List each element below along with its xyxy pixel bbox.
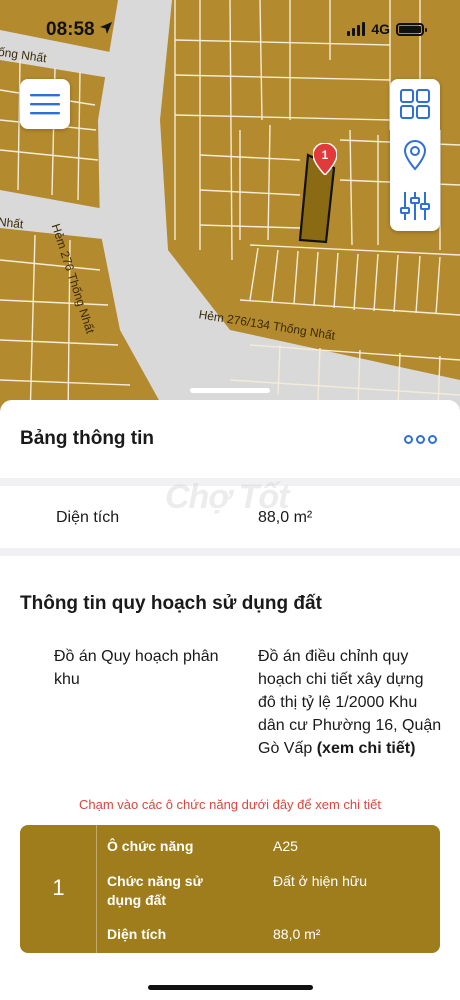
- map-tools: [390, 79, 440, 231]
- sheet-title: Bảng thông tin: [20, 428, 155, 449]
- menu-button[interactable]: [20, 79, 70, 129]
- filter-button[interactable]: [390, 180, 440, 231]
- plan-label: Đồ án Quy hoạch phân khu: [54, 648, 219, 688]
- plan-value: Đồ án điều chỉnh quy hoạch chi tiết xây …: [258, 645, 443, 760]
- function-row-value: Đất ở hiện hữu: [273, 873, 368, 889]
- signal-icon: [347, 22, 366, 36]
- clock: 08:58: [46, 19, 95, 40]
- map-pin-icon: 1: [312, 142, 338, 177]
- view-detail-link[interactable]: (xem chi tiết): [317, 740, 416, 757]
- status-indicators: 4G: [347, 21, 427, 37]
- grid-icon: [400, 89, 430, 120]
- function-row-value: A25: [273, 838, 298, 854]
- home-indicator[interactable]: [148, 985, 313, 990]
- network-type: 4G: [371, 21, 390, 37]
- location-pin-icon: [403, 139, 427, 171]
- location-arrow-icon: [99, 19, 113, 41]
- watermark: Chợ Tốt: [165, 478, 289, 516]
- area-label: Diện tích: [56, 509, 120, 526]
- street-label: Nhất: [0, 214, 25, 232]
- sheet-grabber[interactable]: [190, 388, 270, 393]
- status-bar: 08:58 4G: [0, 0, 460, 58]
- function-row-label: Diện tích: [107, 926, 167, 942]
- function-row-label: Ô chức năng: [107, 838, 194, 854]
- section-divider: [0, 548, 460, 556]
- more-options-icon[interactable]: [404, 433, 438, 445]
- function-row-label: Chức năng sử dụng đất: [107, 873, 203, 908]
- menu-icon: [30, 94, 60, 115]
- marker-number: 1: [322, 148, 329, 162]
- layers-button[interactable]: [390, 79, 440, 130]
- function-row-value: 88,0 m²: [273, 926, 321, 942]
- function-index: 1: [52, 875, 65, 900]
- status-time: 08:58: [46, 19, 113, 41]
- function-card[interactable]: 1 Ô chức năng A25 Chức năng sử dụng đất …: [20, 825, 440, 953]
- function-index-column: 1: [20, 825, 97, 953]
- battery-icon: [396, 22, 427, 36]
- parcel-marker[interactable]: 1: [312, 142, 338, 177]
- planning-section-title: Thông tin quy hoạch sử dụng đất: [20, 593, 322, 614]
- map-view[interactable]: ống Nhất Nhất Hẻm 276 Thống Nhất Hẻm 276…: [0, 0, 460, 420]
- hint-text: Chạm vào các ô chức năng dưới đây để xem…: [79, 797, 381, 812]
- locate-button[interactable]: [390, 130, 440, 181]
- sliders-icon: [400, 191, 430, 220]
